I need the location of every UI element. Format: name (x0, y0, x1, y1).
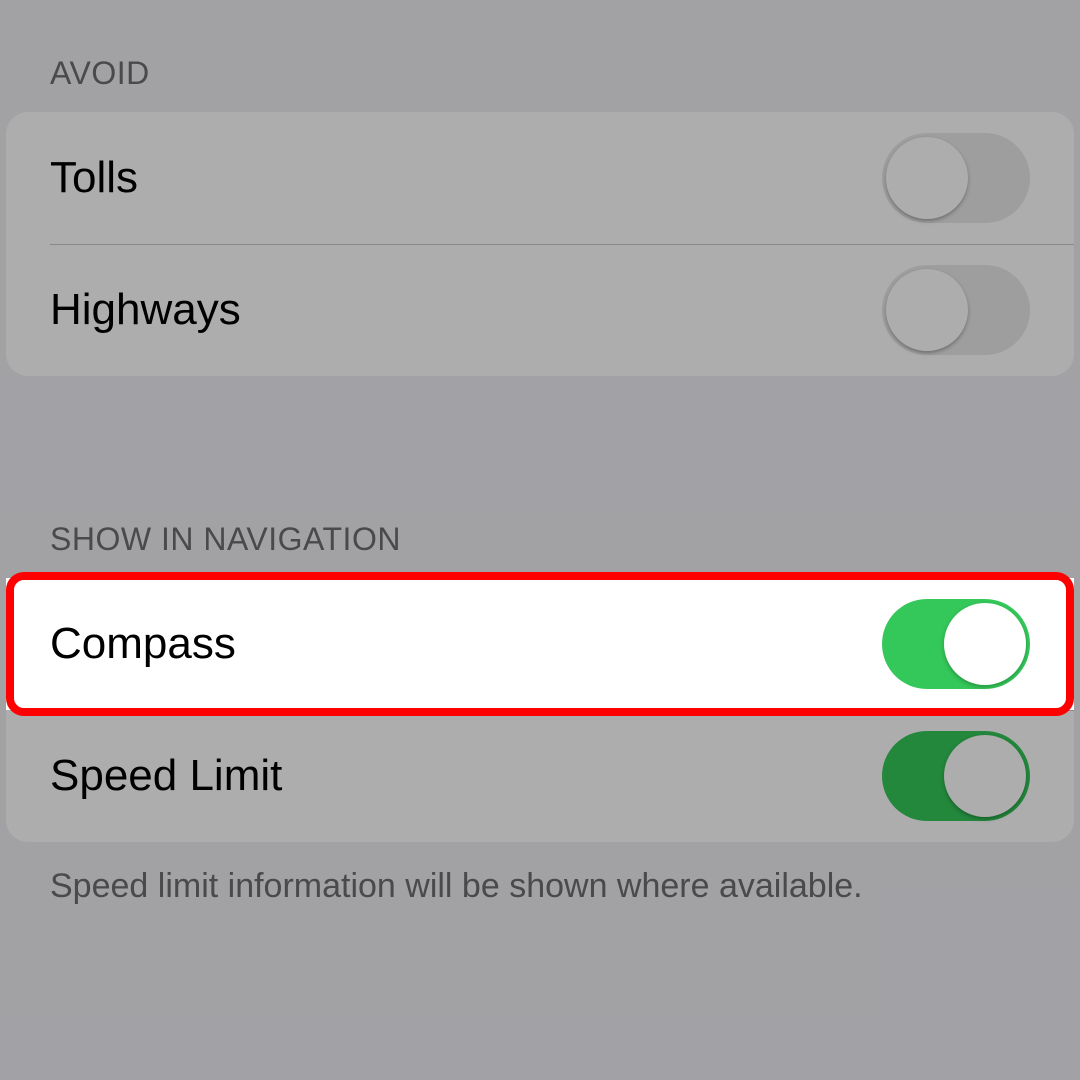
tolls-row[interactable]: Tolls (6, 112, 1074, 244)
settings-screen: AVOID Tolls Highways SHOW IN NAVIGATION … (0, 0, 1080, 910)
compass-row-highlight-panel: Compass (6, 578, 1074, 710)
speed-limit-footer: Speed limit information will be shown wh… (0, 842, 1080, 910)
tolls-toggle[interactable] (882, 133, 1030, 223)
toggle-knob (944, 735, 1026, 817)
highways-toggle[interactable] (882, 265, 1030, 355)
speed-limit-row[interactable]: Speed Limit (6, 710, 1074, 842)
toggle-knob (886, 269, 968, 351)
highways-label: Highways (50, 285, 241, 335)
speed-limit-toggle[interactable] (882, 731, 1030, 821)
avoid-section-header: AVOID (0, 55, 1080, 112)
tolls-label: Tolls (50, 153, 138, 203)
highways-row[interactable]: Highways (6, 244, 1074, 376)
speed-limit-label: Speed Limit (50, 751, 282, 801)
show-in-navigation-header: SHOW IN NAVIGATION (0, 521, 1080, 578)
avoid-group: Tolls Highways (6, 112, 1074, 376)
toggle-knob (886, 137, 968, 219)
